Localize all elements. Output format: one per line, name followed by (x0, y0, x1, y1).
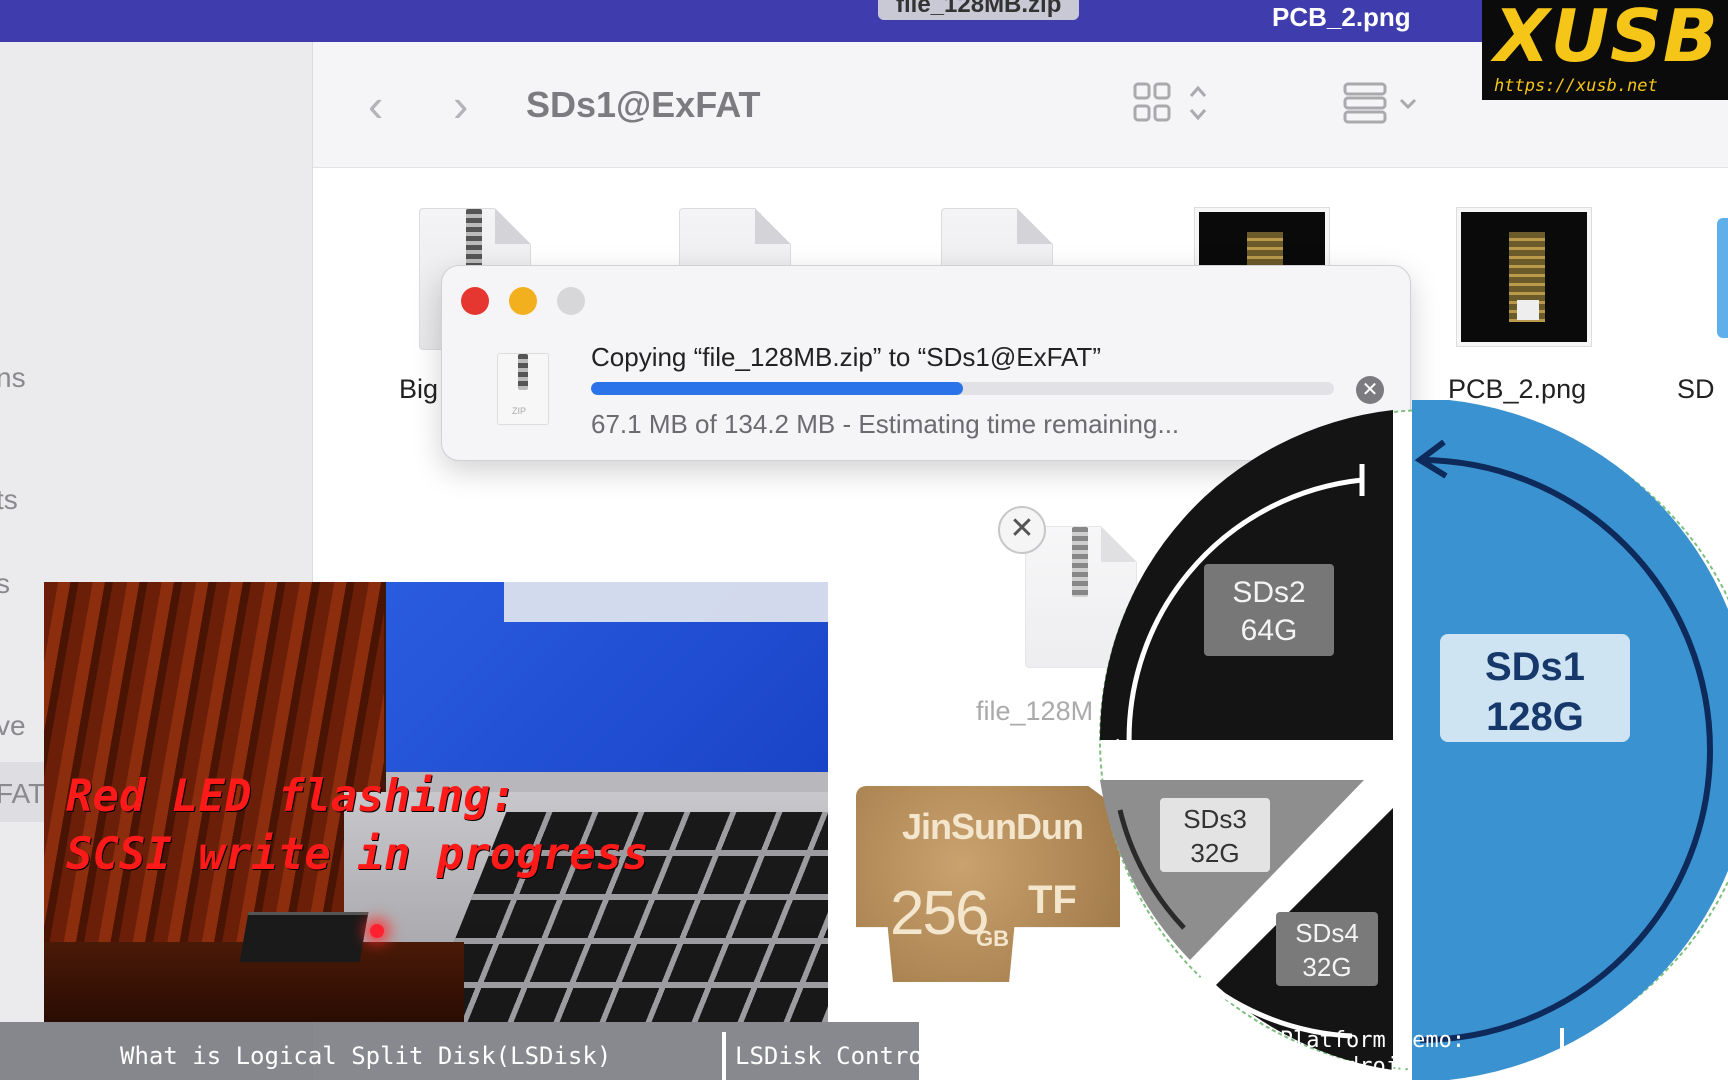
sds4-size: 32G (1302, 952, 1351, 982)
chevron-right-icon[interactable]: › (453, 82, 468, 128)
sd-brand: JinSunDun (902, 806, 1084, 847)
subtitle-left: What is Logical Split Disk(LSDisk) (120, 1042, 612, 1070)
subtitle-divider (1560, 1028, 1564, 1080)
sidebar-item[interactable]: ts (0, 484, 18, 516)
file-item[interactable] (1457, 208, 1591, 346)
sds2-size: 64G (1241, 614, 1298, 647)
sidebar-item-label: FAT (0, 778, 46, 809)
chevron-left-icon[interactable]: ‹ (368, 82, 383, 128)
progress-bar (591, 382, 1334, 395)
top-title: PCB_2.png (1272, 2, 1411, 32)
sidebar-item[interactable]: ns (0, 362, 26, 394)
zip-file-icon-label: ZIP (512, 406, 527, 416)
grid-view-icon[interactable] (1133, 82, 1217, 135)
subtitle-right-line-2: k/iOS/Android (1240, 1054, 1413, 1079)
video-inset: Red LED flashing: SCSI write in progress (44, 582, 828, 1022)
file-name: Big (399, 374, 439, 404)
subtitle-divider (722, 1032, 726, 1080)
xusb-logo: XUSB https://xusb.net (1482, 0, 1728, 100)
laptop-window (504, 582, 828, 622)
sidebar-item[interactable]: s (0, 568, 10, 600)
sd-type: TF (1028, 878, 1077, 922)
partition-diagram: SDs1 128G SDs2 64G SDs3 32G SDs4 32G (1099, 400, 1728, 1080)
caption-line-2: SCSI write in progress (66, 829, 649, 880)
sds3-name: SDs3 (1183, 804, 1247, 834)
sds3-size: 32G (1190, 838, 1239, 868)
screen: file_128MB.zip PCB_2.png ns ts s ve FAT … (0, 0, 1728, 1080)
subtitle-middle: LSDisk Contro (735, 1042, 923, 1070)
label-sds4: SDs4 32G (1276, 912, 1378, 986)
top-tab[interactable]: file_128MB.zip (878, 0, 1080, 20)
video-caption: Red LED flashing: SCSI write in progress (66, 768, 649, 884)
sd-capacity: 256 (890, 879, 989, 948)
label-sds2: SDs2 64G (1204, 564, 1334, 656)
close-window-button[interactable] (461, 287, 489, 315)
group-icon[interactable] (1343, 82, 1427, 135)
file-name: file_128M (976, 696, 1094, 726)
subtitle-right: ss-Platform Demo: k/iOS/Android (1240, 1028, 1465, 1080)
subtitle-bar: What is Logical Split Disk(LSDisk) LSDis… (0, 1022, 923, 1080)
zip-file-icon: ZIP (497, 353, 549, 425)
zoom-window-button[interactable] (557, 287, 585, 315)
sds1-name: SDs1 (1485, 645, 1585, 689)
logo-url: https://xusb.net (1494, 76, 1658, 96)
sds4-name: SDs4 (1295, 918, 1359, 948)
caption-line-1: Red LED flashing: (66, 771, 517, 822)
usb-board (239, 912, 369, 962)
sidebar-item[interactable]: ve (0, 710, 26, 742)
copy-title: Copying “file_128MB.zip” to “SDs1@ExFAT” (591, 342, 1101, 372)
minimize-window-button[interactable] (509, 287, 537, 315)
close-icon[interactable]: ✕ (998, 506, 1046, 554)
top-bar: file_128MB.zip PCB_2.png (0, 0, 1728, 42)
label-sds3: SDs3 32G (1160, 798, 1270, 872)
window-title: SDs1@ExFAT (526, 84, 761, 125)
folder-icon[interactable] (1717, 218, 1728, 338)
subtitle-right-line-1: ss-Platform Demo: (1240, 1028, 1466, 1053)
logo-brand: XUSB (1494, 0, 1719, 78)
progress-fill (591, 382, 963, 395)
red-led-icon (370, 924, 384, 938)
label-sds1: SDs1 128G (1440, 634, 1630, 742)
pcb-image-thumbnail (1457, 208, 1591, 346)
sds2-name: SDs2 (1232, 576, 1305, 609)
sds1-size: 128G (1486, 695, 1584, 739)
